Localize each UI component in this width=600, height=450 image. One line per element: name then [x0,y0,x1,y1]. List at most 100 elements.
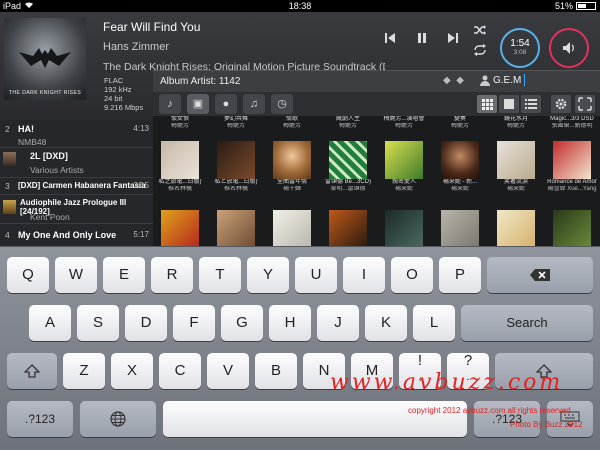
album-tile[interactable] [545,210,599,246]
key-k[interactable]: K [365,305,407,341]
volume-button[interactable] [549,28,589,68]
key-d[interactable]: D [125,305,167,341]
album-cover[interactable]: THE DARK KNIGHT RISES [4,18,86,100]
key-o[interactable]: O [391,257,433,293]
key-i[interactable]: I [343,257,385,293]
key-p[interactable]: P [439,257,481,293]
album-name: 私之旅電...日版) [158,179,202,185]
key-t[interactable]: T [199,257,241,293]
key-primary: ! [417,352,423,369]
album-tile[interactable]: 雷頌德 Be...3CD) 黎明...雷頌德 [321,141,375,193]
key-g[interactable]: G [221,305,263,341]
album-tile[interactable]: 懷女恨 梅艷芳 [153,116,207,130]
browse-toolbar: ♪ ▣ ● ♫ ◷ [153,92,600,116]
list-item[interactable]: 3 [DXD] Carmen Habanera Fantasia 3:15 [0,178,153,195]
album-tile[interactable]: 夢幻共舞 梅艷芳 [209,116,263,130]
next-track-button[interactable] [447,32,459,47]
backspace-key[interactable] [487,257,593,293]
cover-text: THE DARK KNIGHT RISES [8,90,82,96]
album-tile[interactable]: 私之旅電...日版) 椎名林檎 [153,141,207,193]
key-s[interactable]: S [77,305,119,341]
album-tile[interactable]: 楊采妮 - 新... 楊采妮 [433,141,487,193]
key-c[interactable]: C [159,353,201,389]
key-j[interactable]: J [317,305,359,341]
tab-songs[interactable]: ♪ [159,94,181,114]
list-view-button[interactable] [521,95,541,113]
album-art [441,210,479,246]
album-tile[interactable]: Magic...3/3 DSD 張國榮...劉德明 [545,116,599,130]
tab-artists[interactable]: ● [215,94,237,114]
album-tile[interactable] [377,210,431,246]
list-item[interactable]: 4 My One And Only Love 5:17 [0,224,153,246]
key-a[interactable]: A [29,305,71,341]
repeat-icon[interactable] [473,44,487,59]
album-tile[interactable] [153,210,207,246]
album-tile[interactable]: 全曲當年情 楊千嬅 [265,141,319,193]
key-z[interactable]: Z [63,353,105,389]
album-tile[interactable] [209,210,263,246]
album-name: 蔵劇人生 [335,116,360,122]
album-tile[interactable]: 蔵劇人生 梅艷芳 [321,116,375,130]
album-tile[interactable]: 鏡花水月 梅艷芳 [489,116,543,130]
album-artist: 楊采妮 [394,186,413,192]
artist-search[interactable]: G.E.M [480,74,526,86]
audio-format: FLAC [104,76,124,85]
search-key[interactable]: Search [461,305,593,341]
watermark-site: www.avbuzz.com [330,370,564,395]
key-r[interactable]: R [151,257,193,293]
shift-key-left[interactable] [7,353,57,389]
numbers-key-left[interactable]: .?123 [7,401,73,437]
globe-key[interactable] [80,401,156,437]
album-tile[interactable]: 梅艷芳...演唱會 梅艷芳 [377,116,431,130]
key-y[interactable]: Y [247,257,289,293]
key-v[interactable]: V [207,353,249,389]
track-number: 2 [5,124,10,134]
album-tile[interactable] [433,210,487,246]
album-artist: 梅艷芳 [506,123,525,129]
settings-button[interactable] [551,95,571,113]
key-f[interactable]: F [173,305,215,341]
fullscreen-button[interactable] [575,95,595,113]
tab-albums[interactable]: ▣ [187,94,209,114]
key-x[interactable]: X [111,353,153,389]
album-name: 情歌 [285,116,298,122]
album-tile[interactable]: 笑著流淚 楊采妮 [489,141,543,193]
key-e[interactable]: E [103,257,145,293]
album-art [161,141,199,179]
album-tile[interactable]: 情歌 梅艷芳 [265,116,319,130]
audio-bitrate: 9.216 Mbps [104,103,144,112]
album-tile[interactable]: Romance de Amor 楊雪霏 Xue...Yang [545,141,599,193]
shuffle-icon[interactable] [473,24,487,39]
battery-percent: 51% [554,1,573,11]
key-q[interactable]: Q [7,257,49,293]
time-progress-ring[interactable]: 1:54 3:08 [500,28,540,68]
key-l[interactable]: L [413,305,455,341]
pause-button[interactable] [416,32,428,47]
search-input[interactable]: G.E.M [493,75,521,86]
key-b[interactable]: B [255,353,297,389]
key-w[interactable]: W [55,257,97,293]
list-item[interactable]: Audiophile Jazz Prologue III [24/192] Ke… [0,195,153,224]
album-tile[interactable] [321,210,375,246]
album-tile[interactable] [265,210,319,246]
next-arrow-icon[interactable]: ◆ [456,75,464,86]
gear-icon [555,98,567,110]
previous-track-button[interactable] [384,32,396,47]
album-tile[interactable]: 變奏 梅艷芳 [433,116,487,130]
grid-view-button[interactable] [477,95,497,113]
battery-fill [578,4,586,8]
prev-arrow-icon[interactable]: ◆ [443,75,451,86]
album-tile[interactable]: 私と放電...日版) 椎名林檎 [209,141,263,193]
list-item[interactable]: 2L [DXD] Various Artists [0,148,153,178]
tab-genres[interactable]: ♫ [243,94,265,114]
album-tile[interactable] [489,210,543,246]
person-icon [480,75,490,86]
key-h[interactable]: H [269,305,311,341]
key-u[interactable]: U [295,257,337,293]
album-tile[interactable]: 親密愛人 楊采妮 [377,141,431,193]
track-number: 3 [5,181,10,191]
cover-view-button[interactable] [499,95,519,113]
list-item[interactable]: 2 HA! 4:13 NMB48 [0,120,153,148]
track-number: 4 [5,230,10,240]
tab-history[interactable]: ◷ [271,94,293,114]
